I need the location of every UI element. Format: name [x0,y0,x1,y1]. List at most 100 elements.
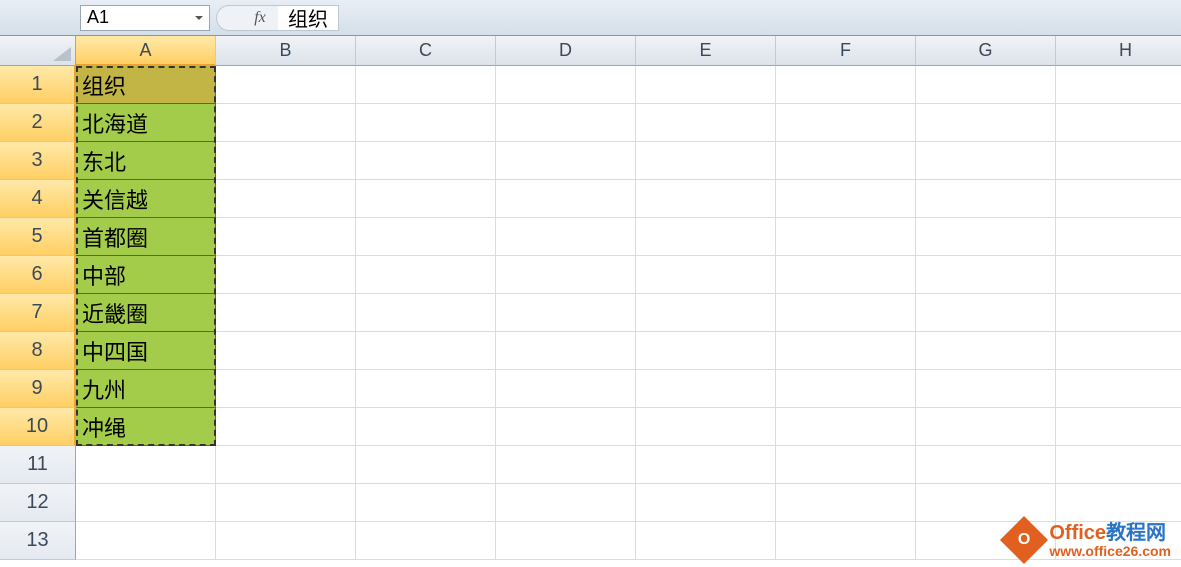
cell[interactable] [636,104,776,142]
cell[interactable] [216,332,356,370]
cell[interactable] [916,294,1056,332]
cell[interactable] [216,104,356,142]
cell[interactable] [1056,256,1181,294]
cell[interactable] [496,218,636,256]
cell[interactable] [1056,408,1181,446]
cell-A6[interactable]: 中部 [76,256,216,294]
cell[interactable] [356,180,496,218]
cell[interactable] [496,332,636,370]
cell[interactable] [216,294,356,332]
col-header-G[interactable]: G [916,36,1056,66]
cell-H1[interactable] [1056,66,1181,104]
cell-G1[interactable] [916,66,1056,104]
cell[interactable] [916,446,1056,484]
cell[interactable] [356,446,496,484]
cell[interactable] [356,408,496,446]
col-header-H[interactable]: H [1056,36,1181,66]
cell[interactable] [1056,446,1181,484]
cell[interactable] [636,446,776,484]
cell[interactable] [776,256,916,294]
cell-A7[interactable]: 近畿圈 [76,294,216,332]
cell[interactable] [776,332,916,370]
col-header-B[interactable]: B [216,36,356,66]
cells-area[interactable]: 组织 北海道 东北 关信越 首都圈 中部 近畿圈 中四国 九州 冲绳 [76,66,1181,560]
row-header-1[interactable]: 1 [0,66,76,104]
cell[interactable] [496,256,636,294]
row-header-11[interactable]: 11 [0,446,76,484]
row-header-7[interactable]: 7 [0,294,76,332]
row-header-4[interactable]: 4 [0,180,76,218]
cell[interactable] [636,180,776,218]
name-box[interactable]: A1 [80,5,210,31]
cell[interactable] [916,104,1056,142]
cell[interactable] [636,256,776,294]
col-header-E[interactable]: E [636,36,776,66]
cell[interactable] [356,218,496,256]
cell[interactable] [496,370,636,408]
cell[interactable] [636,370,776,408]
cell[interactable] [1056,370,1181,408]
cell[interactable] [216,370,356,408]
cell-A13[interactable] [76,522,216,560]
cell-A5[interactable]: 首都圈 [76,218,216,256]
cell[interactable] [216,408,356,446]
cell[interactable] [1056,332,1181,370]
cell[interactable] [776,294,916,332]
cell[interactable] [776,484,916,522]
row-header-12[interactable]: 12 [0,484,76,522]
cell[interactable] [1056,218,1181,256]
cell[interactable] [496,180,636,218]
cell-A3[interactable]: 东北 [76,142,216,180]
cell[interactable] [636,484,776,522]
cell-A8[interactable]: 中四国 [76,332,216,370]
cell-E1[interactable] [636,66,776,104]
row-header-8[interactable]: 8 [0,332,76,370]
cell[interactable] [216,142,356,180]
cell[interactable] [1056,294,1181,332]
cell[interactable] [1056,104,1181,142]
cell[interactable] [776,446,916,484]
cell[interactable] [216,522,356,560]
cell[interactable] [216,484,356,522]
cell[interactable] [916,142,1056,180]
cell-D1[interactable] [496,66,636,104]
cell[interactable] [636,294,776,332]
row-header-2[interactable]: 2 [0,104,76,142]
cell[interactable] [916,218,1056,256]
cell[interactable] [916,408,1056,446]
cell-B1[interactable] [216,66,356,104]
cell[interactable] [356,332,496,370]
cell[interactable] [776,218,916,256]
name-box-dropdown-icon[interactable] [191,10,207,26]
cell[interactable] [216,256,356,294]
cell[interactable] [776,408,916,446]
cell[interactable] [496,484,636,522]
cell[interactable] [1056,142,1181,180]
cell[interactable] [776,522,916,560]
cell-F1[interactable] [776,66,916,104]
cell[interactable] [496,408,636,446]
cell-A1[interactable]: 组织 [76,66,216,104]
cell[interactable] [356,256,496,294]
cell-A12[interactable] [76,484,216,522]
formula-input[interactable]: 组织 [278,5,339,31]
cell[interactable] [776,104,916,142]
row-header-10[interactable]: 10 [0,408,76,446]
cell[interactable] [496,104,636,142]
cell-A2[interactable]: 北海道 [76,104,216,142]
cell[interactable] [216,180,356,218]
cell[interactable] [496,294,636,332]
cell[interactable] [496,142,636,180]
col-header-F[interactable]: F [776,36,916,66]
col-header-C[interactable]: C [356,36,496,66]
cell-A9[interactable]: 九州 [76,370,216,408]
cell-A10[interactable]: 冲绳 [76,408,216,446]
row-header-3[interactable]: 3 [0,142,76,180]
row-header-13[interactable]: 13 [0,522,76,560]
cell[interactable] [916,484,1056,522]
row-header-5[interactable]: 5 [0,218,76,256]
cell[interactable] [916,256,1056,294]
cell-A11[interactable] [76,446,216,484]
cell[interactable] [636,142,776,180]
cell[interactable] [776,142,916,180]
